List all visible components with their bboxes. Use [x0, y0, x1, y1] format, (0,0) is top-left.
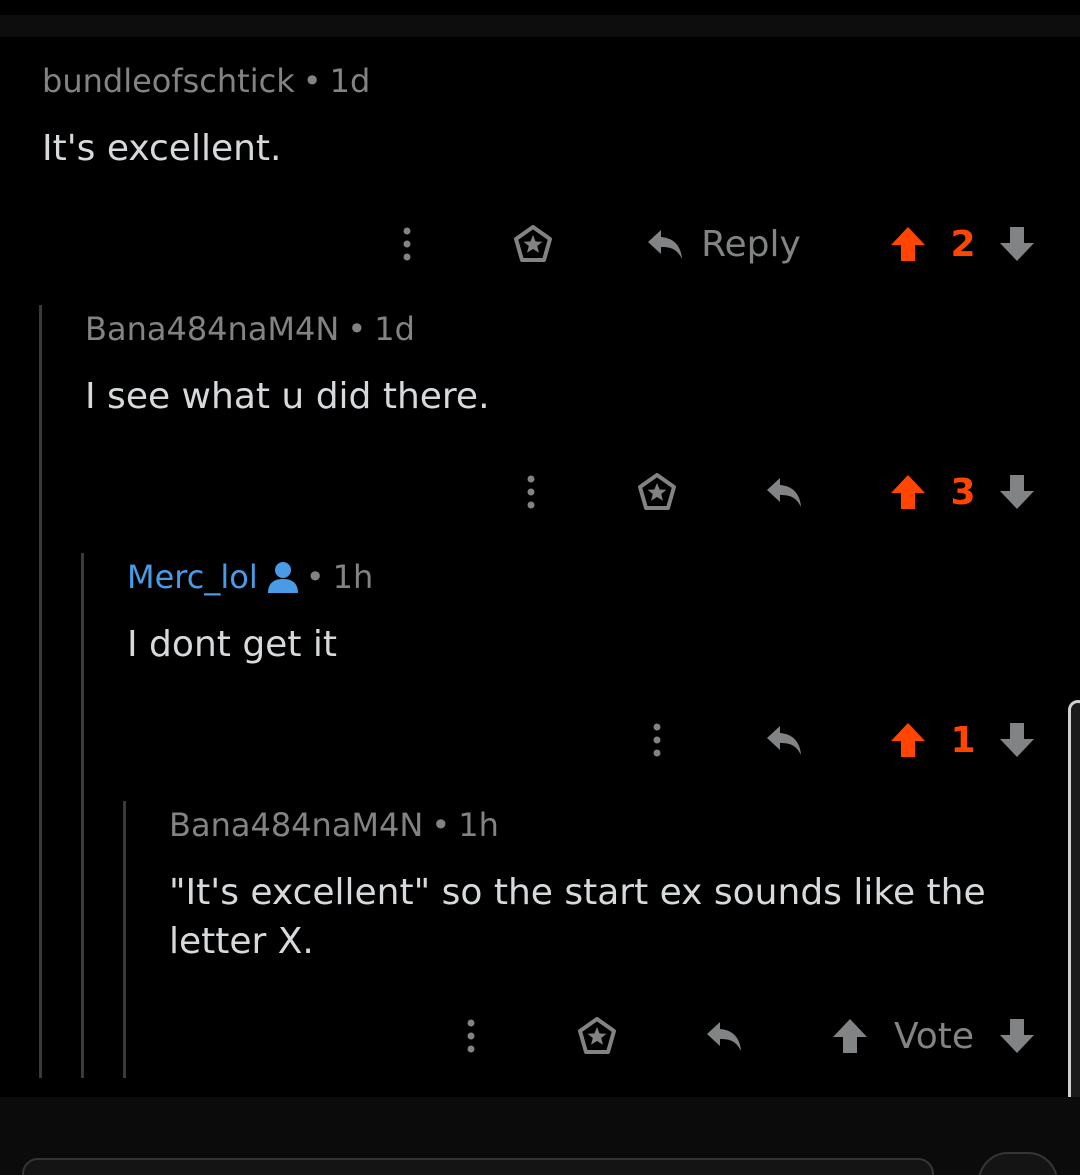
reply-label: Reply [701, 223, 801, 265]
vote-label: Vote [886, 1006, 982, 1066]
award-icon [638, 473, 676, 510]
score: 2 [943, 214, 983, 274]
more-options-button[interactable] [514, 462, 548, 522]
upvote-arrow-icon [833, 1019, 867, 1053]
meta-separator: • [431, 806, 451, 844]
comment-1: bundleofschtick • 1d It's excellent. Rep… [0, 62, 1080, 282]
comment-body: "It's excellent" so the start ex sounds … [169, 872, 986, 962]
score: 3 [943, 462, 983, 522]
downvote-button[interactable] [997, 1006, 1037, 1066]
comment-time: 1d [374, 310, 415, 348]
vertical-dots-icon [403, 227, 411, 261]
downvote-arrow-icon [1000, 1019, 1034, 1053]
comment-time: 1d [329, 62, 371, 100]
comment-time: 1h [332, 558, 374, 596]
meta-separator: • [305, 558, 325, 596]
comment-body: It's excellent. [42, 128, 282, 169]
comment-body: I dont get it [127, 624, 337, 665]
upvote-button[interactable] [888, 462, 928, 522]
reply-arrow-icon [707, 1022, 741, 1051]
reply-arrow-icon [767, 478, 801, 507]
score: 1 [943, 710, 983, 770]
more-options-button[interactable] [640, 710, 674, 770]
reply-button[interactable] [762, 710, 806, 770]
upvote-arrow-icon [891, 475, 925, 509]
comment-actions: Reply 2 [0, 214, 1080, 274]
downvote-arrow-icon [1000, 227, 1034, 261]
comment-meta: Bana484naM4N • 1h [169, 806, 499, 844]
comment-author[interactable]: Bana484naM4N [85, 310, 339, 348]
score-value: 3 [950, 471, 976, 513]
comment-3: Merc_lol • 1h I dont get it 1 [0, 558, 1080, 778]
comment-time: 1h [458, 806, 499, 844]
vertical-dots-icon [467, 1019, 475, 1053]
score-value: 2 [950, 223, 976, 265]
comment-actions: 1 [0, 710, 1080, 770]
comment-author[interactable]: bundleofschtick [42, 62, 295, 100]
award-icon [514, 225, 552, 262]
upvote-arrow-icon [891, 723, 925, 757]
downvote-button[interactable] [997, 462, 1037, 522]
comment-meta: Bana484naM4N • 1d [85, 310, 415, 348]
more-options-button[interactable] [454, 1006, 488, 1066]
award-button[interactable] [510, 214, 556, 274]
vertical-dots-icon [653, 723, 661, 757]
downvote-button[interactable] [997, 710, 1037, 770]
comment-meta: Merc_lol • 1h [127, 558, 373, 596]
comment-2: Bana484naM4N • 1d I see what u did there… [0, 310, 1080, 530]
reply-button[interactable] [762, 462, 806, 522]
downvote-button[interactable] [997, 214, 1037, 274]
comment-author[interactable]: Merc_lol [127, 558, 258, 596]
downvote-arrow-icon [1000, 475, 1034, 509]
comment-actions: Vote [0, 1006, 1080, 1066]
meta-separator: • [347, 310, 367, 348]
score-value: 1 [950, 719, 976, 761]
upvote-arrow-icon [891, 227, 925, 261]
upvote-button[interactable] [830, 1006, 870, 1066]
comment-author[interactable]: Bana484naM4N [169, 806, 423, 844]
award-icon [578, 1017, 616, 1054]
more-options-button[interactable] [390, 214, 424, 274]
comment-actions: 3 [0, 462, 1080, 522]
top-bar [0, 15, 1080, 37]
comment-meta: bundleofschtick • 1d [42, 62, 370, 100]
reply-button[interactable]: Reply [638, 214, 808, 274]
reply-arrow-icon [648, 230, 683, 259]
scroll-handle[interactable] [1068, 700, 1080, 1128]
reply-arrow-icon [767, 726, 801, 755]
award-button[interactable] [574, 1006, 620, 1066]
upvote-button[interactable] [888, 710, 928, 770]
comment-body: I see what u did there. [85, 376, 490, 417]
reply-button[interactable] [702, 1006, 746, 1066]
user-icon [267, 562, 298, 593]
meta-separator: • [302, 62, 322, 100]
vote-label-text: Vote [893, 1015, 975, 1057]
award-button[interactable] [634, 462, 680, 522]
comment-4: Bana484naM4N • 1h "It's excellent" so th… [0, 806, 1080, 1076]
downvote-arrow-icon [1000, 723, 1034, 757]
vertical-dots-icon [527, 475, 535, 509]
reply-input[interactable] [22, 1158, 934, 1175]
upvote-button[interactable] [888, 214, 928, 274]
